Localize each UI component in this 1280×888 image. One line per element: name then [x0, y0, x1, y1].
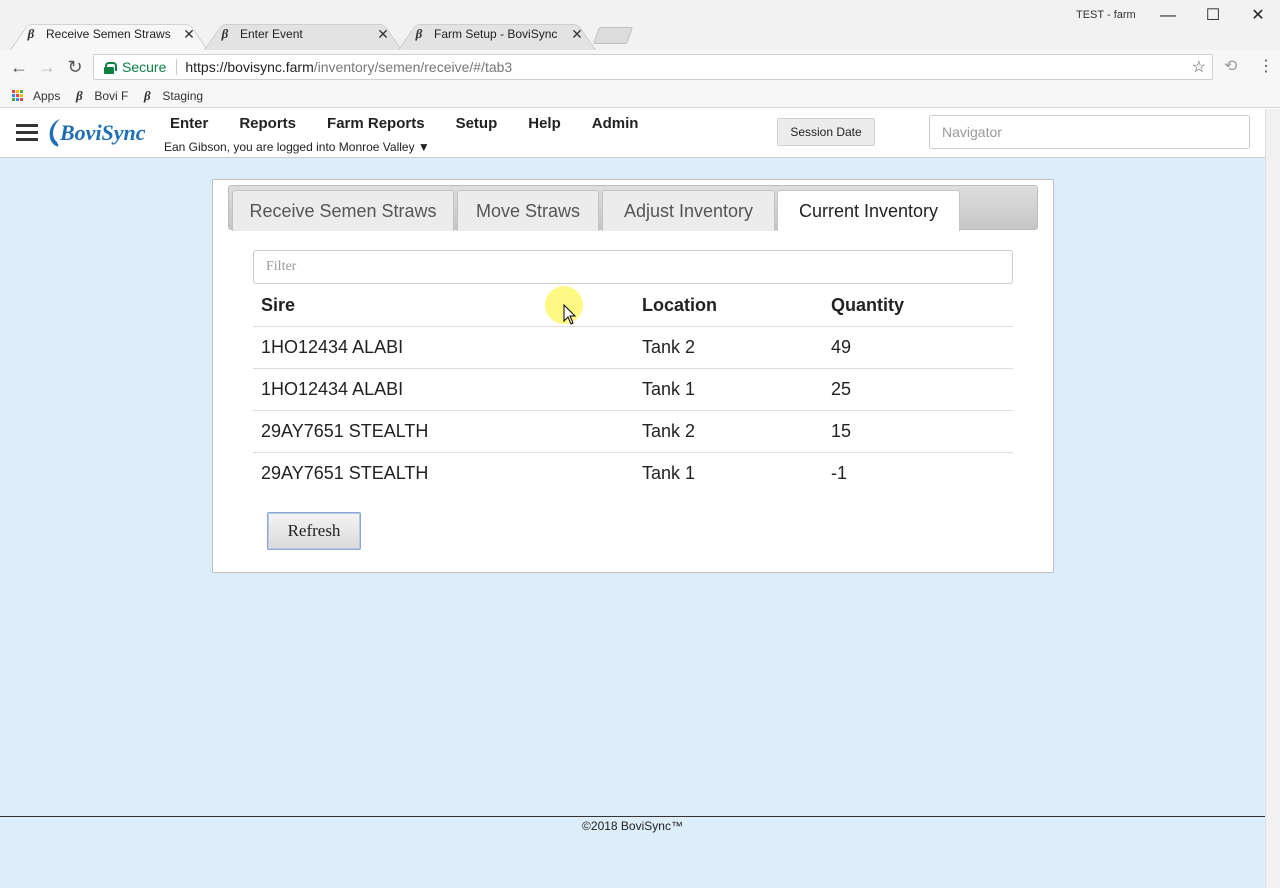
bookmark-bovi-f[interactable]: β Bovi F [72, 87, 129, 103]
bovisync-favicon-icon: β [76, 87, 83, 103]
cell-location: Tank 2 [634, 326, 823, 369]
close-tab-icon[interactable]: ✕ [570, 26, 584, 43]
bookmark-label: Apps [33, 88, 61, 103]
back-arrow-icon[interactable]: ← [7, 56, 31, 78]
bookmark-staging[interactable]: β Staging [140, 87, 204, 103]
hamburger-menu-icon[interactable] [16, 124, 38, 142]
cell-sire: 29AY7651 STEALTH [261, 462, 429, 483]
bookmark-apps[interactable]: Apps [12, 89, 60, 103]
browser-tab-label: Receive Semen Straws [46, 27, 171, 41]
apps-grid-icon [12, 90, 23, 101]
column-header-location[interactable]: Location [634, 286, 823, 327]
browser-titlebar: β Receive Semen Straws ✕ β Enter Event ✕… [0, 0, 1280, 50]
reload-icon[interactable]: ↻ [63, 56, 87, 78]
refresh-button[interactable]: Refresh [267, 512, 361, 550]
omnibox-divider [176, 59, 178, 75]
minimize-icon[interactable]: — [1145, 4, 1191, 28]
menu-item-setup[interactable]: Setup [456, 115, 498, 132]
inventory-tabs: Receive Semen Straws Move Straws Adjust … [228, 185, 1038, 231]
browser-tab-label: Farm Setup - BoviSync [434, 27, 558, 41]
bovisync-favicon-icon: β [415, 26, 423, 41]
cell-quantity: 25 [823, 368, 1013, 411]
bovisync-favicon-icon: β [221, 26, 229, 41]
logged-in-user-dropdown[interactable]: Ean Gibson, you are logged into Monroe V… [164, 140, 430, 154]
inventory-panel: Receive Semen Straws Move Straws Adjust … [212, 179, 1054, 573]
bookmarks-bar: Apps β Bovi F β Staging [0, 84, 1280, 108]
tab-receive-semen-straws[interactable]: Receive Semen Straws [232, 190, 454, 231]
lock-icon [104, 61, 117, 74]
column-header-quantity[interactable]: Quantity [823, 286, 1013, 327]
inventory-table: Sire Location Quantity 1HO12434 ALABI Ta… [253, 286, 1013, 494]
mouse-pointer-icon [563, 304, 577, 325]
browser-tab-label: Enter Event [240, 27, 303, 41]
navigator-input[interactable]: Navigator [929, 115, 1250, 149]
bovisync-logo[interactable]: BoviSync [46, 115, 154, 151]
page-content: Receive Semen Straws Move Straws Adjust … [0, 158, 1265, 816]
forward-arrow-icon[interactable]: → [35, 56, 59, 78]
table-row: 29AY7651 STEALTH Tank 1 -1 [253, 452, 1013, 494]
bovisync-favicon-icon: β [144, 87, 151, 103]
tab-adjust-inventory[interactable]: Adjust Inventory [602, 190, 775, 231]
cell-quantity: -1 [831, 462, 848, 483]
cell-sire: 29AY7651 STEALTH [253, 410, 634, 453]
app-header: BoviSync Enter Reports Farm Reports Setu… [0, 109, 1265, 158]
url-host: https://bovisync.farm [185, 59, 314, 75]
cell-location: Tank 1 [642, 462, 696, 483]
browser-tab-receive[interactable]: β Receive Semen Straws ✕ [10, 18, 208, 50]
url-path: /inventory/semen/receive/#/tab3 [313, 59, 513, 75]
menu-item-admin[interactable]: Admin [592, 115, 639, 132]
browser-tab-enter-event[interactable]: β Enter Event ✕ [204, 18, 402, 50]
copyright-text: ©2018 BoviSync™ [582, 819, 683, 833]
table-row: 29AY7651 STEALTH Tank 2 15 [253, 410, 1013, 453]
filter-input[interactable]: Filter [253, 250, 1013, 284]
cell-sire: 1HO12434 ALABI [253, 368, 634, 411]
page-scrollbar[interactable] [1265, 109, 1280, 888]
logo-text: BoviSync [59, 120, 146, 145]
close-tab-icon[interactable]: ✕ [182, 26, 196, 43]
table-row: 1HO12434 ALABI Tank 2 49 [253, 326, 1013, 369]
session-date-button[interactable]: Session Date [777, 118, 875, 146]
profile-label[interactable]: TEST - farm [1076, 9, 1136, 21]
bookmark-label: Staging [162, 88, 204, 103]
secure-label: Secure [122, 59, 167, 75]
menu-item-reports[interactable]: Reports [239, 115, 296, 132]
more-vert-icon[interactable]: ⋮ [1258, 56, 1274, 76]
bookmark-label: Bovi F [94, 88, 129, 103]
close-tab-icon[interactable]: ✕ [376, 26, 390, 43]
cell-location: Tank 2 [634, 410, 823, 453]
main-menu: Enter Reports Farm Reports Setup Help Ad… [170, 115, 669, 132]
table-row: 1HO12434 ALABI Tank 1 25 [253, 368, 1013, 411]
extension-icon[interactable]: ⟲ [1224, 56, 1237, 76]
cell-sire: 1HO12434 ALABI [253, 326, 634, 369]
maximize-icon[interactable]: ☐ [1190, 4, 1236, 28]
bookmark-star-icon[interactable]: ☆ [1192, 57, 1206, 77]
browser-tab-farm-setup[interactable]: β Farm Setup - BoviSync ✕ [398, 18, 596, 50]
close-window-icon[interactable]: ✕ [1235, 4, 1280, 28]
menu-item-enter[interactable]: Enter [170, 115, 208, 132]
new-tab-button[interactable] [592, 27, 634, 44]
bovisync-favicon-icon: β [27, 26, 35, 41]
table-header-row: Sire Location Quantity [253, 286, 1013, 327]
address-bar[interactable]: Secure https://bovisync.farm/inventory/s… [93, 54, 1213, 80]
menu-item-farm-reports[interactable]: Farm Reports [327, 115, 425, 132]
tab-current-inventory[interactable]: Current Inventory [777, 190, 960, 231]
cell-location: Tank 1 [634, 368, 823, 411]
menu-item-help[interactable]: Help [528, 115, 561, 132]
tab-move-straws[interactable]: Move Straws [457, 190, 599, 231]
cell-quantity: 49 [823, 326, 1013, 369]
cell-quantity: 15 [823, 410, 1013, 453]
page-footer: ©2018 BoviSync™ [0, 816, 1265, 888]
